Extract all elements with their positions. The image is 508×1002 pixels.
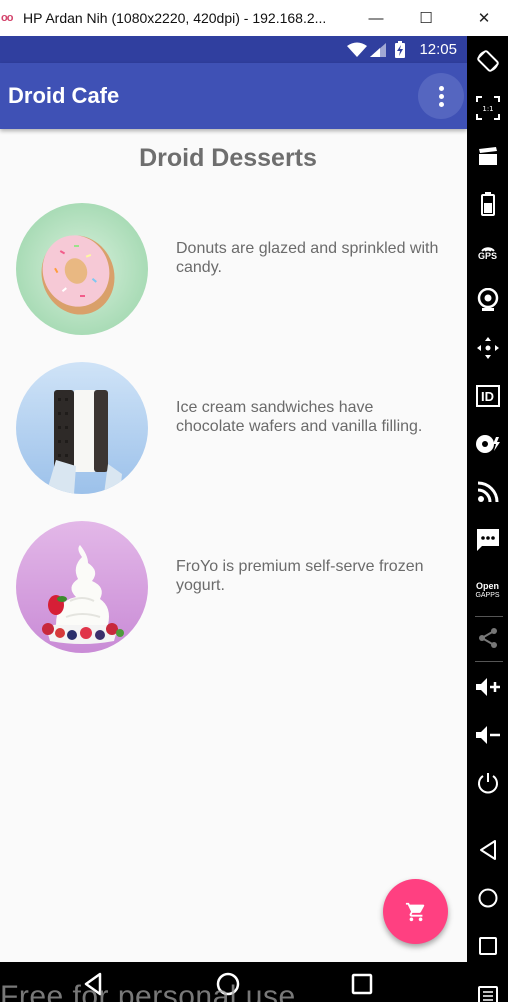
identifiers-button[interactable]: ID	[467, 376, 508, 416]
open-gapps-label-2: GAPPS	[475, 592, 500, 599]
pixel-perfect-button[interactable]: 1:1	[467, 88, 508, 128]
status-time: 12:05	[419, 41, 457, 58]
disk-icon	[475, 435, 500, 453]
power-button[interactable]	[467, 763, 508, 803]
menu-icon	[477, 986, 498, 1002]
shopping-cart-icon	[405, 902, 424, 921]
recents-nav-icon[interactable]	[348, 970, 376, 998]
dessert-item-ice-cream-sandwich: Ice cream sandwiches have chocolate wafe…	[16, 362, 456, 496]
move-button[interactable]	[467, 328, 508, 368]
battery-icon	[395, 41, 405, 58]
panel-divider	[475, 661, 503, 662]
menu-button[interactable]	[467, 974, 508, 1002]
overflow-menu-button[interactable]	[418, 73, 464, 119]
volume-up-button[interactable]	[467, 667, 508, 707]
app-bar: Droid Cafe	[0, 63, 467, 129]
close-icon: ✕	[477, 10, 491, 27]
id-card-icon: ID	[475, 385, 500, 407]
wifi-icon	[347, 42, 367, 57]
message-icon	[476, 529, 499, 551]
overflow-menu-icon	[438, 85, 444, 91]
overflow-menu-dot	[438, 101, 444, 107]
battery-icon	[480, 192, 495, 216]
webcam-icon	[477, 288, 498, 311]
app-logo-icon: oo	[1, 12, 13, 24]
watermark-text: Free for personal use	[0, 980, 296, 1002]
screen-record-button[interactable]	[467, 136, 508, 176]
minimize-button[interactable]: —	[352, 0, 400, 36]
camera-button[interactable]	[467, 280, 508, 320]
rotate-icon	[476, 50, 499, 72]
window-title: HP Ardan Nih (1080x2220, 420dpi) - 192.1…	[23, 10, 327, 26]
froyo-image[interactable]	[16, 521, 148, 653]
back-button[interactable]	[467, 830, 508, 870]
open-gapps-label-1: Open	[475, 581, 499, 591]
cart-fab-button[interactable]	[383, 879, 448, 944]
maximize-icon: ☐	[419, 10, 433, 27]
ice-cream-sandwich-image[interactable]	[16, 362, 148, 494]
panel-divider	[475, 616, 503, 617]
donut-image[interactable]	[16, 203, 148, 335]
open-gapps-button[interactable]: Open GAPPS	[467, 571, 508, 611]
volume-down-button[interactable]	[467, 715, 508, 755]
overflow-menu-dot	[438, 93, 444, 99]
dessert-description: FroYo is premium self-serve frozen yogur…	[176, 558, 424, 594]
network-button[interactable]	[467, 472, 508, 512]
recents-button[interactable]	[467, 926, 508, 966]
disk-io-button[interactable]	[467, 424, 508, 464]
maximize-button[interactable]: ☐	[402, 0, 450, 36]
page-heading: Droid Desserts	[139, 144, 317, 172]
volume-up-icon	[475, 678, 500, 696]
share-icon	[478, 628, 497, 648]
rss-feed-icon	[477, 481, 498, 503]
move-arrows-icon	[476, 337, 499, 359]
fit-to-window-icon: 1:1	[475, 96, 500, 120]
power-icon	[477, 773, 498, 794]
cell-signal-icon	[370, 43, 386, 57]
app-title: Droid Cafe	[8, 83, 120, 108]
emulator-side-panel: 1:1 GPS ID Open GAPPS	[467, 36, 508, 1002]
id-label: ID	[481, 388, 494, 404]
gps-label: GPS	[477, 251, 497, 261]
battery-button[interactable]	[467, 184, 508, 224]
gps-button[interactable]: GPS	[467, 232, 508, 272]
recents-icon	[478, 937, 497, 955]
dessert-item-froyo: FroYo is premium self-serve frozen yogur…	[16, 521, 456, 655]
home-button[interactable]	[467, 878, 508, 918]
home-icon	[478, 888, 497, 908]
share-button[interactable]	[467, 618, 508, 658]
dessert-description: Ice cream sandwiches have chocolate wafe…	[176, 399, 423, 435]
dessert-description: Donuts are glazed and sprinkled with can…	[176, 240, 439, 276]
device-screen: 12:05 Droid Cafe Droid Desserts Donuts a…	[0, 36, 467, 1002]
close-button[interactable]: ✕	[460, 0, 508, 36]
window-title-bar: oo HP Ardan Nih (1080x2220, 420dpi) - 19…	[0, 0, 508, 36]
minimize-icon: —	[368, 9, 384, 27]
status-bar: 12:05	[0, 36, 467, 63]
rotate-button[interactable]	[467, 41, 508, 81]
dessert-item-donut: Donuts are glazed and sprinkled with can…	[16, 203, 456, 337]
sms-button[interactable]	[467, 520, 508, 560]
clapperboard-icon	[478, 147, 497, 165]
volume-down-icon	[475, 726, 500, 744]
svg-text:1:1: 1:1	[482, 105, 493, 113]
back-icon	[479, 840, 496, 860]
